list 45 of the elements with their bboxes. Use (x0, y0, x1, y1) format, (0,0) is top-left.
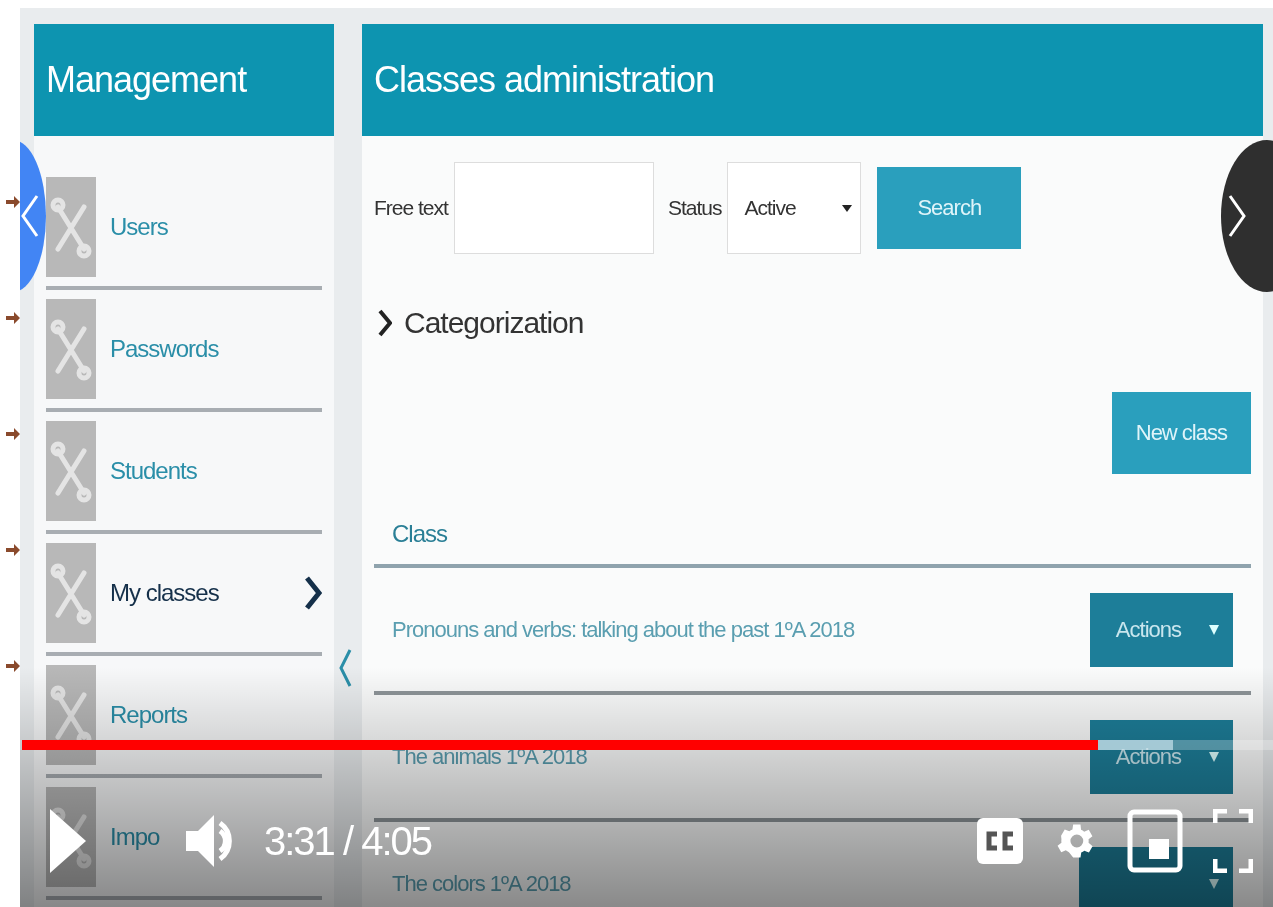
table-cell: Pronouns and verbs: talking about the past 1ºA 2018 (392, 616, 855, 643)
page-title: Classes administration (362, 24, 1263, 136)
arrow-icon (6, 311, 20, 325)
search-button[interactable]: Search (877, 167, 1022, 249)
sidebar-item[interactable]: Passwords (110, 335, 219, 362)
chevron-left-icon[interactable] (338, 648, 352, 688)
chevron-right-icon (378, 309, 392, 337)
actions-button[interactable]: Actions (1089, 719, 1233, 794)
status-label: Status (667, 196, 722, 220)
sidebar-item[interactable]: Users (110, 213, 168, 240)
status-select[interactable]: Active (727, 162, 862, 254)
captions-icon[interactable] (977, 818, 1023, 864)
sidebar-item[interactable]: Impo (110, 823, 160, 850)
arrow-icon (6, 195, 20, 209)
column-header: Class (374, 520, 1251, 568)
play-icon[interactable] (50, 809, 86, 873)
arrow-icon (6, 427, 20, 441)
time-display: 3:31 / 4:05 (264, 818, 432, 864)
miniplayer-icon[interactable] (1127, 809, 1183, 873)
sidebar-item[interactable]: Students (110, 457, 197, 484)
chevron-right-icon (304, 575, 322, 611)
caret-icon (1209, 877, 1219, 890)
caret-icon (1209, 623, 1219, 636)
fullscreen-icon[interactable] (1213, 809, 1253, 873)
chevron-right-icon (1227, 194, 1247, 238)
tools-icon (46, 665, 96, 765)
tools-icon (46, 421, 96, 521)
actions-button[interactable]: Actions (1089, 592, 1233, 667)
chevron-left-icon (20, 194, 40, 238)
new-class-button[interactable]: New class (1111, 392, 1251, 474)
sidebar-title: Management (34, 24, 334, 136)
caret-icon (842, 203, 853, 213)
tools-icon (46, 177, 96, 277)
tools-icon (46, 543, 96, 643)
sidebar-item[interactable]: My classes (110, 579, 219, 606)
table-cell: The colors 1ºA 2018 (392, 870, 571, 897)
caret-icon (1209, 750, 1219, 763)
actions-button[interactable] (1079, 846, 1233, 907)
arrow-icon (6, 543, 20, 557)
tools-icon (46, 299, 96, 399)
arrow-icon (6, 659, 20, 673)
categorization-toggle[interactable]: Categorization (404, 306, 584, 340)
sidebar-item[interactable]: Reports (110, 701, 188, 728)
free-text-label: Free text (374, 196, 448, 220)
free-text-field[interactable] (453, 162, 654, 254)
